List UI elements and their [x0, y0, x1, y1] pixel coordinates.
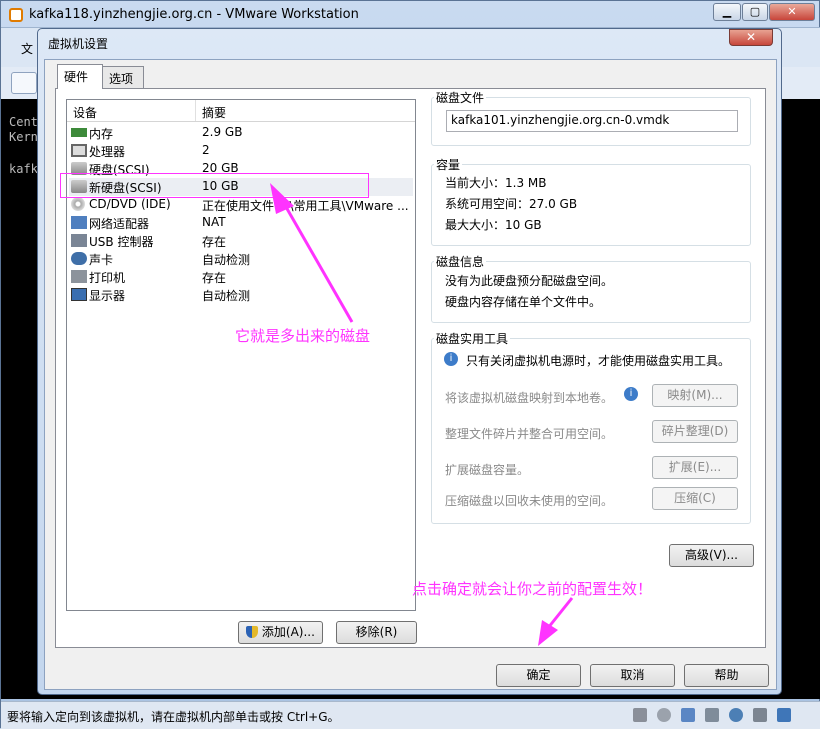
- map-description: 将该虚拟机磁盘映射到本地卷。: [445, 391, 614, 405]
- device-name: 打印机: [89, 271, 126, 285]
- device-summary: 自动检测: [202, 253, 251, 267]
- display-status-icon[interactable]: [777, 708, 791, 722]
- cdrom-status-icon[interactable]: [657, 708, 671, 722]
- capacity-group: 当前大小：1.3 MB 系统可用空间：27.0 GB 最大大小：10 GB: [431, 164, 751, 246]
- disk-info-line: 没有为此硬盘预分配磁盘空间。: [445, 274, 614, 288]
- defrag-button[interactable]: 碎片整理(D): [652, 420, 738, 443]
- annotation-text: 点击确定就会让你之前的配置生效！: [412, 580, 653, 598]
- table-row[interactable]: 声卡 自动检测: [69, 250, 413, 268]
- console-line: kafk: [9, 162, 38, 176]
- device-summary: 正在使用文件 E:\常用工具\VMware ...: [202, 199, 409, 213]
- disk-file-label: 磁盘文件: [434, 89, 487, 106]
- device-summary: 存在: [202, 235, 227, 249]
- device-summary: NAT: [202, 215, 226, 229]
- device-summary: 2.9 GB: [202, 125, 243, 139]
- device-summary: 自动检测: [202, 289, 251, 303]
- console-line: Cent: [9, 115, 38, 129]
- device-summary: 2: [202, 143, 210, 157]
- table-row[interactable]: 内存 2.9 GB: [69, 124, 413, 142]
- map-button[interactable]: 映射(M)...: [652, 384, 738, 407]
- usb-status-icon[interactable]: [705, 708, 719, 722]
- defrag-description: 整理文件碎片并整合可用空间。: [445, 427, 614, 441]
- disk-info-line: 硬盘内容存储在单个文件中。: [445, 295, 602, 309]
- tab-hardware[interactable]: 硬件: [57, 64, 103, 89]
- device-table-header: 设备 摘要: [67, 100, 415, 122]
- maximize-button[interactable]: ▢: [742, 3, 768, 21]
- vm-settings-dialog: 虚拟机设置 ✕ 硬件 选项 设备 摘要 内存 2.9 GB 处理器 2 硬盘(S…: [37, 28, 782, 695]
- device-summary: 存在: [202, 271, 227, 285]
- highlight-box: [60, 173, 369, 198]
- status-text: 要将输入定向到该虚拟机，请在虚拟机内部单击或按 Ctrl+G。: [7, 710, 340, 724]
- cpu-icon: [71, 144, 87, 157]
- usb-icon: [71, 234, 87, 247]
- vmware-logo-icon: [9, 8, 23, 22]
- device-name: 声卡: [89, 253, 114, 267]
- dialog-body: 硬件 选项 设备 摘要 内存 2.9 GB 处理器 2 硬盘(SCSI) 20 …: [44, 59, 777, 690]
- table-row[interactable]: USB 控制器 存在: [69, 232, 413, 250]
- expand-button[interactable]: 扩展(E)...: [652, 456, 738, 479]
- table-row[interactable]: 网络适配器 NAT: [69, 214, 413, 232]
- network-status-icon[interactable]: [681, 708, 695, 722]
- memory-icon: [71, 128, 87, 137]
- library-icon[interactable]: [11, 72, 37, 94]
- disk-utilities-group: i 只有关闭虚拟机电源时，才能使用磁盘实用工具。 将该虚拟机磁盘映射到本地卷。 …: [431, 338, 751, 524]
- console-line: Kern: [9, 130, 38, 144]
- dialog-close-button[interactable]: ✕: [729, 29, 773, 46]
- window-title: kafka118.yinzhengjie.org.cn - VMware Wor…: [29, 7, 359, 22]
- device-name: 显示器: [89, 289, 126, 303]
- expand-description: 扩展磁盘容量。: [445, 463, 530, 477]
- remove-device-button[interactable]: 移除(R): [336, 621, 417, 644]
- advanced-button[interactable]: 高级(V)...: [669, 544, 754, 567]
- capacity-label: 容量: [434, 156, 463, 173]
- device-name: 内存: [89, 127, 114, 141]
- table-row[interactable]: CD/DVD (IDE) 正在使用文件 E:\常用工具\VMware ...: [69, 196, 413, 214]
- table-row[interactable]: 显示器 自动检测: [69, 286, 413, 304]
- help-button[interactable]: 帮助: [684, 664, 769, 687]
- device-name: 网络适配器: [89, 217, 150, 231]
- compact-button[interactable]: 压缩(C): [652, 487, 738, 510]
- cdrom-icon: [71, 197, 85, 211]
- minimize-button[interactable]: ▁: [713, 3, 741, 21]
- monitor-icon: [71, 288, 87, 301]
- column-divider[interactable]: [195, 100, 196, 121]
- info-icon: i: [624, 387, 638, 401]
- add-device-label: 添加(A)...: [261, 625, 315, 639]
- column-header-device[interactable]: 设备: [73, 104, 97, 121]
- disk-info-group: 没有为此硬盘预分配磁盘空间。 硬盘内容存储在单个文件中。: [431, 261, 751, 323]
- uac-shield-icon: [246, 626, 259, 638]
- table-row[interactable]: 处理器 2: [69, 142, 413, 160]
- menu-file[interactable]: 文: [21, 40, 33, 57]
- disk-info-label: 磁盘信息: [434, 253, 487, 270]
- current-size: 当前大小：1.3 MB: [445, 176, 547, 190]
- network-icon: [71, 216, 87, 229]
- printer-status-icon[interactable]: [753, 708, 767, 722]
- close-window-button[interactable]: ✕: [769, 3, 815, 21]
- tab-options[interactable]: 选项: [102, 66, 144, 88]
- harddisk-status-icon[interactable]: [633, 708, 647, 722]
- sound-status-icon[interactable]: [729, 708, 743, 722]
- cancel-button[interactable]: 取消: [590, 664, 675, 687]
- compact-description: 压缩磁盘以回收未使用的空间。: [445, 494, 614, 508]
- hardware-panel: 设备 摘要 内存 2.9 GB 处理器 2 硬盘(SCSI) 20 GB 新硬盘…: [55, 88, 766, 648]
- info-icon: i: [444, 352, 458, 366]
- dialog-title: 虚拟机设置: [48, 37, 109, 51]
- disk-utilities-label: 磁盘实用工具: [434, 330, 511, 347]
- utilities-note: 只有关闭虚拟机电源时，才能使用磁盘实用工具。: [466, 354, 731, 368]
- device-name: 处理器: [89, 145, 126, 159]
- available-space: 系统可用空间：27.0 GB: [445, 197, 578, 211]
- device-name: CD/DVD (IDE): [89, 197, 171, 211]
- status-bar: 要将输入定向到该虚拟机，请在虚拟机内部单击或按 Ctrl+G。: [1, 701, 820, 729]
- add-device-button[interactable]: 添加(A)...: [238, 621, 323, 644]
- ok-button[interactable]: 确定: [496, 664, 581, 687]
- printer-icon: [71, 270, 87, 283]
- table-row[interactable]: 打印机 存在: [69, 268, 413, 286]
- column-header-summary[interactable]: 摘要: [202, 104, 226, 121]
- disk-file-field[interactable]: kafka101.yinzhengjie.org.cn-0.vmdk: [446, 110, 738, 132]
- annotation-text: 它就是多出来的磁盘: [235, 327, 371, 345]
- sound-icon: [71, 252, 87, 265]
- max-size: 最大大小：10 GB: [445, 218, 542, 232]
- device-name: USB 控制器: [89, 235, 154, 249]
